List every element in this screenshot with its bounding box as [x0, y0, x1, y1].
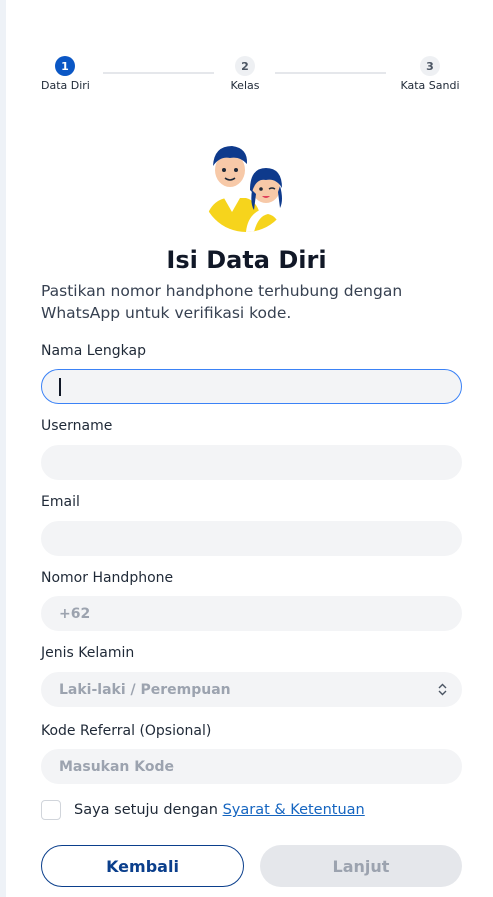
- step-number: 1: [55, 56, 75, 76]
- email-input[interactable]: [41, 521, 462, 556]
- gender-label: Jenis Kelamin: [41, 645, 135, 661]
- text-caret: [59, 377, 61, 396]
- full-name-input[interactable]: [41, 369, 462, 404]
- referral-input[interactable]: Masukan Kode: [41, 749, 462, 784]
- username-input[interactable]: [41, 445, 462, 480]
- stepper-connector: [103, 72, 214, 74]
- step-kata-sandi: 3 Kata Sandi: [398, 56, 462, 92]
- page-subtitle: Pastikan nomor handphone terhubung denga…: [41, 282, 403, 322]
- gender-select[interactable]: Laki-laki / Perempuan: [41, 672, 462, 707]
- gender-selected-value: Laki-laki / Perempuan: [59, 681, 231, 698]
- progress-stepper: 1 Data Diri 2 Kelas 3 Kata Sandi: [41, 56, 463, 96]
- phone-input[interactable]: +62: [41, 596, 462, 631]
- back-button[interactable]: Kembali: [41, 845, 244, 887]
- step-number: 2: [235, 56, 255, 76]
- referral-placeholder: Masukan Kode: [59, 758, 175, 775]
- username-label: Username: [41, 418, 113, 434]
- terms-checkbox[interactable]: [41, 800, 61, 820]
- page-title: Isi Data Diri: [166, 246, 327, 274]
- full-name-label: Nama Lengkap: [41, 343, 146, 359]
- stepper-connector: [275, 72, 386, 74]
- next-button[interactable]: Lanjut: [260, 845, 462, 887]
- terms-prefix: Saya setuju dengan: [74, 802, 218, 818]
- step-data-diri: 1 Data Diri: [41, 56, 90, 92]
- terms-agreement: Saya setuju dengan Syarat & Ketentuan: [41, 800, 365, 820]
- email-label: Email: [41, 494, 80, 510]
- step-kelas: 2 Kelas: [228, 56, 262, 92]
- registration-page: 1 Data Diri 2 Kelas 3 Kata Sandi Isi Dat…: [0, 0, 493, 897]
- phone-placeholder: +62: [59, 605, 91, 622]
- students-illustration: [202, 144, 290, 232]
- step-number: 3: [420, 56, 440, 76]
- chevron-up-down-icon: [438, 683, 447, 697]
- referral-label: Kode Referral (Opsional): [41, 723, 212, 739]
- side-shadow: [0, 0, 6, 897]
- step-label: Data Diri: [41, 79, 90, 92]
- phone-label: Nomor Handphone: [41, 570, 174, 586]
- terms-text: Saya setuju dengan Syarat & Ketentuan: [74, 802, 365, 818]
- step-label: Kelas: [230, 79, 260, 92]
- terms-link[interactable]: Syarat & Ketentuan: [223, 802, 365, 818]
- step-label: Kata Sandi: [400, 79, 460, 92]
